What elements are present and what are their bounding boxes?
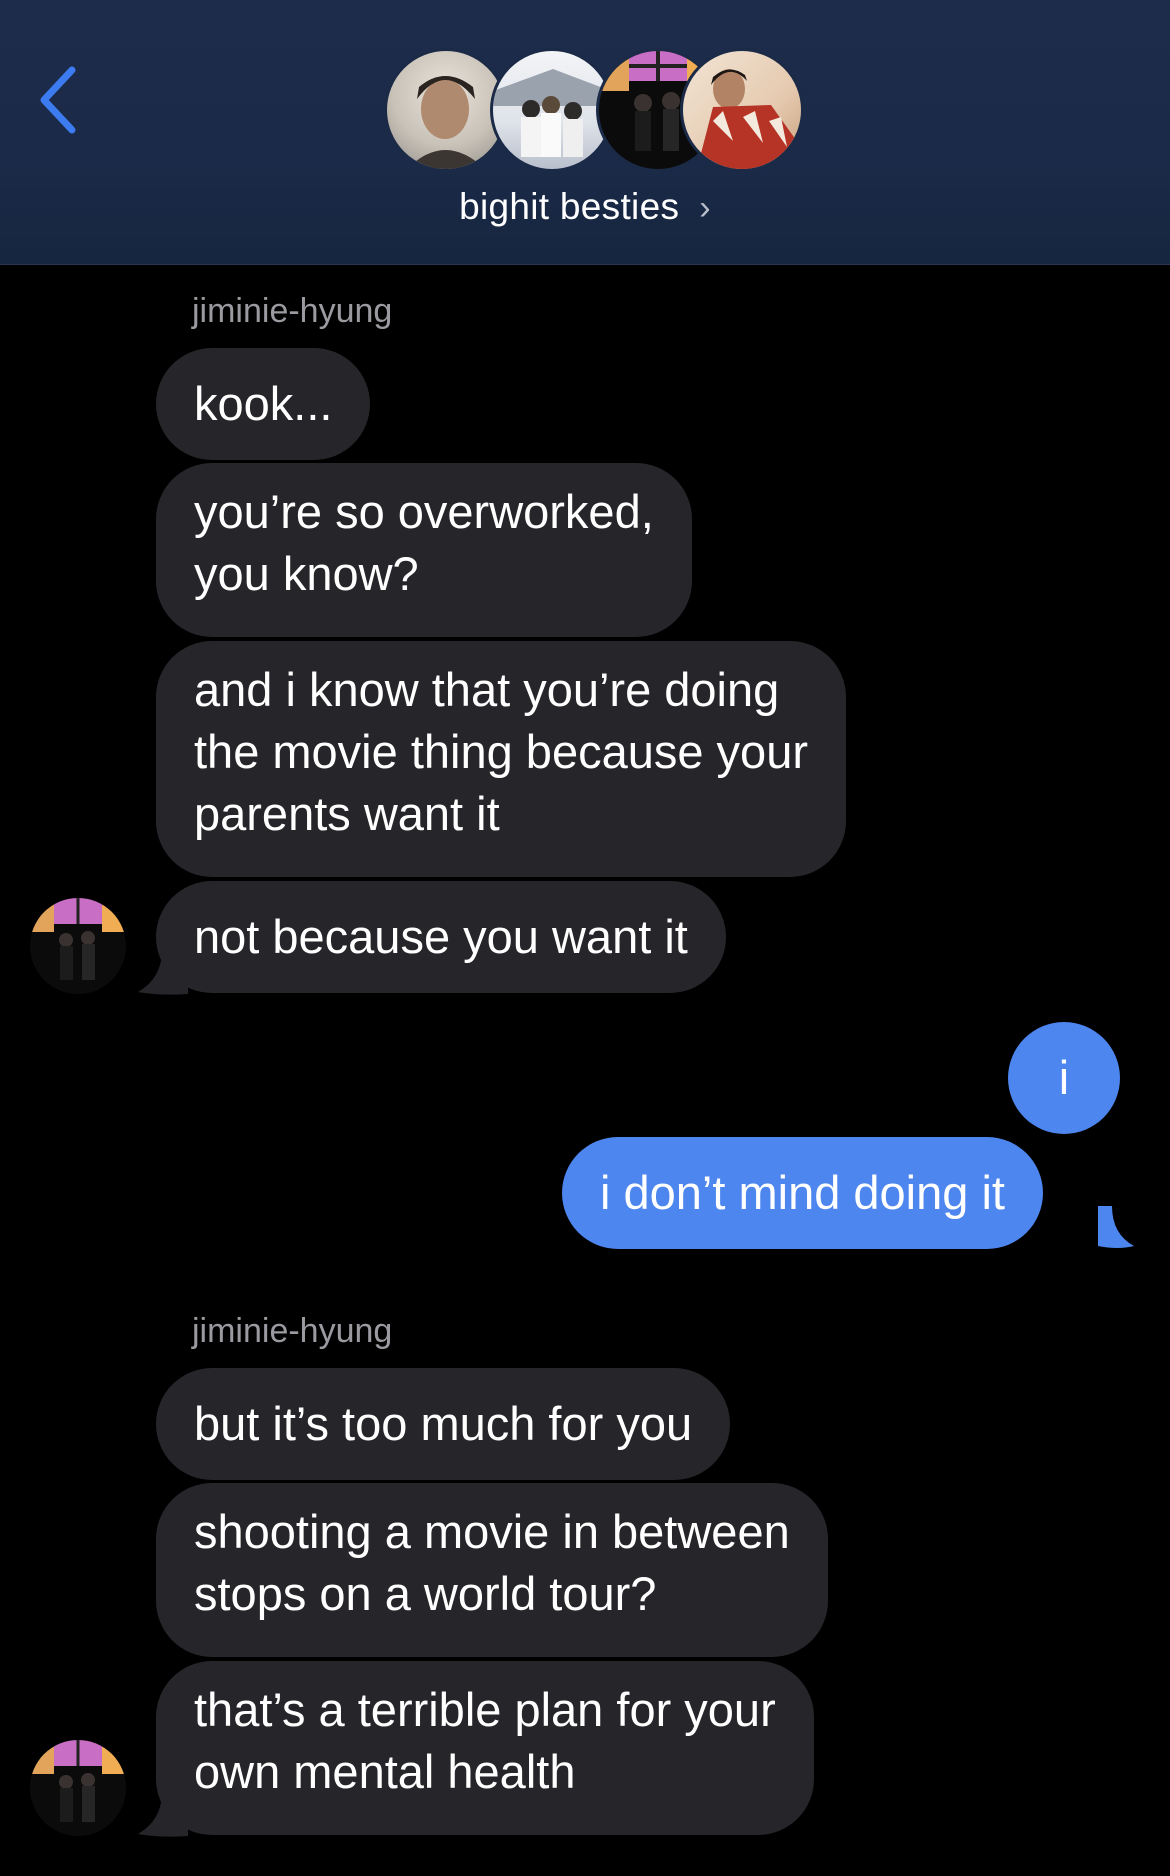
- message-text-line: stops on a world tour?: [194, 1567, 657, 1620]
- message-text: but it’s too much for you: [194, 1397, 693, 1450]
- bubble-tail: [138, 1792, 188, 1837]
- group-avatars[interactable]: [384, 48, 804, 176]
- sender-avatar[interactable]: [30, 1740, 126, 1836]
- message-bubble-incoming[interactable]: that’s a terrible plan for your own ment…: [156, 1661, 814, 1835]
- message-text-line: own mental health: [194, 1745, 576, 1798]
- back-button[interactable]: [36, 60, 86, 140]
- message-bubble-incoming[interactable]: and i know that you’re doing the movie t…: [156, 641, 846, 877]
- message-bubble-incoming[interactable]: but it’s too much for you: [156, 1368, 731, 1480]
- message-text-line: that’s a terrible plan for your: [194, 1683, 776, 1736]
- message-text-line: the movie thing because your: [194, 725, 808, 778]
- message-text: i don’t mind doing it: [600, 1166, 1005, 1219]
- message-text: not because you want it: [194, 910, 688, 963]
- message-text-line: shooting a movie in between: [194, 1505, 790, 1558]
- message-bubble-incoming[interactable]: not because you want it: [156, 881, 726, 993]
- bubble-tail: [1098, 1206, 1134, 1248]
- message-text-line: you know?: [194, 547, 419, 600]
- chevron-right-icon: ›: [699, 189, 711, 227]
- sender-avatar[interactable]: [30, 898, 126, 994]
- message-bubble-incoming[interactable]: kook...: [156, 348, 371, 460]
- sender-name: jiminie-hyung: [192, 1312, 393, 1350]
- message-bubble-incoming[interactable]: you’re so overworked, you know?: [156, 463, 692, 637]
- conversation-header: bighit besties ›: [0, 0, 1170, 265]
- message-bubble-outgoing[interactable]: i don’t mind doing it: [562, 1137, 1043, 1249]
- message-text-line: and i know that you’re doing: [194, 663, 780, 716]
- message-bubble-outgoing[interactable]: i: [1008, 1022, 1120, 1134]
- chevron-left-icon: [40, 66, 76, 134]
- message-text: kook...: [194, 377, 333, 430]
- message-text-line: parents want it: [194, 787, 500, 840]
- avatar: [680, 48, 804, 172]
- message-text: i: [1058, 1051, 1070, 1104]
- message-bubble-incoming[interactable]: shooting a movie in between stops on a w…: [156, 1483, 828, 1657]
- sender-name: jiminie-hyung: [192, 292, 393, 330]
- bubble-tail: [138, 950, 188, 995]
- group-name-label: bighit besties: [459, 186, 680, 227]
- group-name-button[interactable]: bighit besties ›: [0, 186, 1170, 228]
- message-text-line: you’re so overworked,: [194, 485, 654, 538]
